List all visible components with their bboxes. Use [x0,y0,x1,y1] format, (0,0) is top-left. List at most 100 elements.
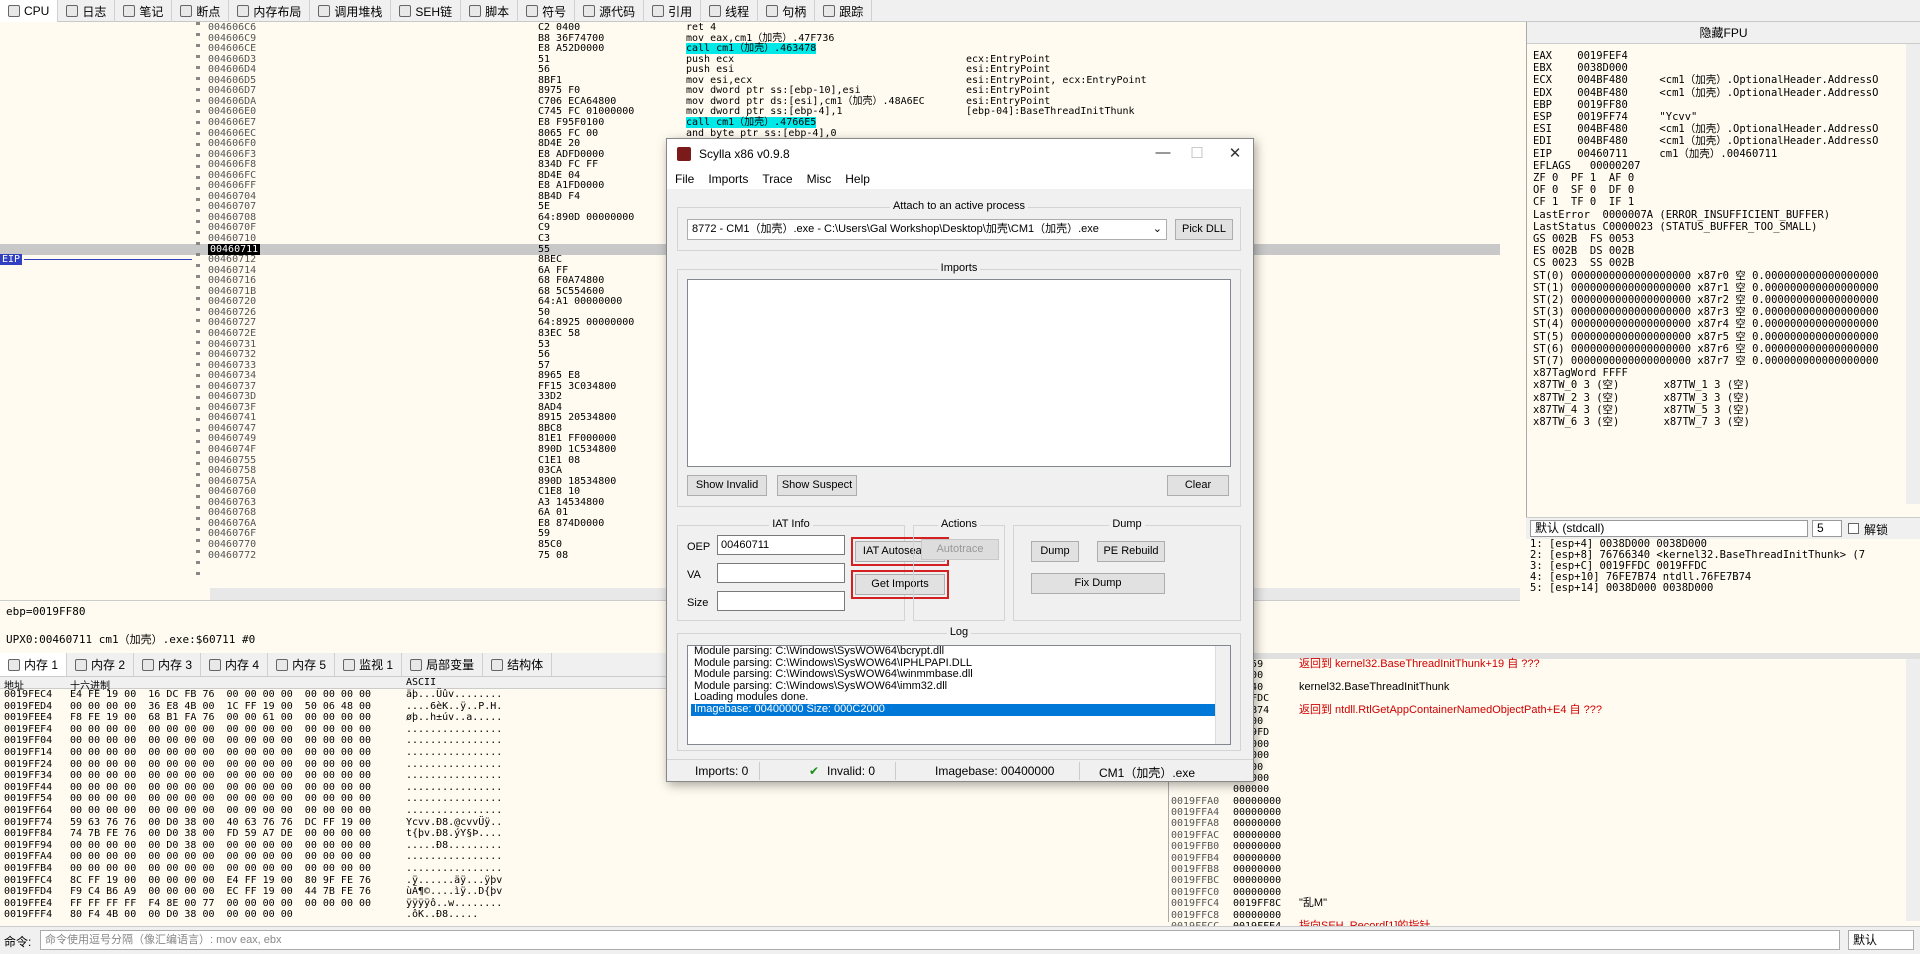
register-line[interactable]: LastError 0000007A (ERROR_INSUFFICIENT_B… [1533,209,1903,221]
memory-row[interactable]: 0019FF54 00 00 00 00 00 00 00 00 00 00 00… [0,793,1145,805]
registers-scrollbar[interactable] [1906,44,1920,504]
stack-row[interactable]: 0019FFB8 00000000 [1169,864,1920,875]
memory-row[interactable]: 0019FF44 00 00 00 00 00 00 00 00 00 00 00… [0,782,1145,794]
stack-row[interactable]: 0019FFA4 00000000 [1169,807,1920,818]
command-input[interactable]: 命令使用逗号分隔（像汇编语言）: mov eax, ebx [40,930,1840,950]
register-line[interactable]: ESI 004BF480 <cm1（加壳）.OptionalHeader.Add… [1533,123,1903,135]
register-line[interactable]: ST(3) 0000000000000000000 x87r3 空 0.0000… [1533,306,1903,318]
imports-tree[interactable] [687,279,1231,467]
memory-row[interactable]: 0019FF64 00 00 00 00 00 00 00 00 00 00 00… [0,805,1145,817]
register-line[interactable]: CS 0023 SS 002B [1533,257,1903,269]
stack-row[interactable]: 0019FFB4 00000000 [1169,853,1920,864]
register-line[interactable]: ECX 004BF480 <cm1（加壳）.OptionalHeader.Add… [1533,74,1903,86]
stack-row[interactable]: FE7B74返回到 ntdll.RtlGetAppContainerNamedO… [1169,704,1920,716]
memory-row[interactable]: 0019FF94 00 00 00 00 00 D0 38 00 00 00 00… [0,840,1145,852]
memory-tab-3[interactable]: 内存 4 [201,653,269,676]
memory-tab-0[interactable]: 内存 1 [0,653,68,676]
stack-row[interactable]: 8D000 [1169,762,1920,773]
arg-count-spinner[interactable]: 5 [1812,520,1842,537]
memory-tab-4[interactable]: 内存 5 [268,653,336,676]
register-line[interactable]: ST(6) 0000000000000000000 x87r6 空 0.0000… [1533,343,1903,355]
pe-rebuild-button[interactable]: PE Rebuild [1097,541,1165,562]
command-mode-select[interactable]: 默认 [1848,930,1914,950]
stack-scrollbar[interactable] [1906,659,1920,921]
stack-row[interactable]: 66340kernel32.BaseThreadInitThunk [1169,681,1920,693]
memory-row[interactable]: 0019FFB4 00 00 00 00 00 00 00 00 00 00 00… [0,863,1145,875]
unlock-checkbox[interactable] [1848,523,1859,534]
stack-row[interactable]: 000000 [1169,773,1920,784]
va-field[interactable] [717,563,845,583]
calling-convention-select[interactable]: 默认 (stdcall) [1530,520,1808,537]
register-line[interactable]: ST(1) 0000000000000000000 x87r1 空 0.0000… [1533,282,1903,294]
show-suspect-button[interactable]: Show Suspect [777,475,857,496]
register-line[interactable]: EIP 00460711 cm1（加壳）.00460711 [1533,148,1903,160]
tab-12[interactable]: 句柄 [758,0,816,22]
stack-row[interactable]: 000000 [1169,739,1920,750]
menu-help[interactable]: Help [837,169,876,189]
tab-0[interactable]: CPU [0,0,59,22]
menu-file[interactable]: File [667,169,700,189]
log-scrollbar[interactable] [1215,646,1230,744]
log-line[interactable]: Imagebase: 00400000 Size: 000C2000 [691,703,1230,716]
memory-row[interactable]: 0019FF84 74 7B FE 76 00 D0 38 00 FD 59 A7… [0,828,1145,840]
disasm-line[interactable]: 004606C9 B8 36F74700 mov eax,cm1（加壳）.47F73… [0,33,1500,44]
register-line[interactable]: ST(7) 0000000000000000000 x87r7 空 0.0000… [1533,355,1903,367]
memory-row[interactable]: 0019FF74 59 63 76 76 00 D0 38 00 40 63 76… [0,817,1145,829]
tab-10[interactable]: 引用 [644,0,702,22]
tab-3[interactable]: 断点 [172,0,230,22]
pick-dll-button[interactable]: Pick DLL [1175,219,1233,240]
register-line[interactable]: OF 0 SF 0 DF 0 [1533,184,1903,196]
tab-5[interactable]: 调用堆栈 [310,0,392,22]
register-line[interactable]: ST(5) 0000000000000000000 x87r5 空 0.0000… [1533,331,1903,343]
register-line[interactable]: x87TW_4 3 (空) x87TW_5 3 (空) [1533,404,1903,416]
tab-2[interactable]: 笔记 [115,0,173,22]
tab-7[interactable]: 脚本 [461,0,519,22]
tab-9[interactable]: 源代码 [575,0,645,22]
stack-row[interactable]: 0019FFBC 00000000 [1169,875,1920,886]
memory-tab-1[interactable]: 内存 2 [67,653,135,676]
log-list[interactable]: Module parsing: C:\Windows\SysWOW64\bcry… [687,645,1231,745]
stack-row[interactable]: 000000 [1169,784,1920,795]
oep-field[interactable]: 00460711 [717,535,845,555]
fix-dump-button[interactable]: Fix Dump [1031,573,1165,594]
minimize-icon[interactable]: — [1151,144,1175,161]
dump-button[interactable]: Dump [1031,541,1079,562]
register-line[interactable]: CF 1 TF 0 IF 1 [1533,196,1903,208]
process-select[interactable]: 8772 - CM1（加壳）.exe - C:\Users\Gal Worksh… [687,219,1167,240]
clear-button[interactable]: Clear [1167,475,1229,496]
memory-row[interactable]: 0019FFF4 80 F4 4B 00 00 D0 38 00 00 00 00… [0,909,1145,921]
register-line[interactable]: ES 002B DS 002B [1533,245,1903,257]
stack-row[interactable]: 8D000 [1169,670,1920,681]
register-line[interactable]: ST(0) 0000000000000000000 x87r0 空 0.0000… [1533,270,1903,282]
stack-row[interactable]: 0019FFA0 00000000 [1169,796,1920,807]
disasm-line[interactable]: 004606D4 56 push esi esi:EntryPoint [0,64,1500,75]
stack-row[interactable]: 0019FFB0 00000000 [1169,841,1920,852]
size-field[interactable] [717,591,845,611]
tab-13[interactable]: 跟踪 [815,0,873,22]
menu-imports[interactable]: Imports [700,169,754,189]
stack-view[interactable]: 66359返回到 kernel32.BaseThreadInitThunk+19… [1168,653,1920,932]
stack-row[interactable]: 0019FFC0 00000000 [1169,887,1920,898]
register-line[interactable]: x87TW_6 3 (空) x87TW_7 3 (空) [1533,416,1903,428]
hide-fpu-button[interactable]: 隐藏FPU [1527,22,1920,44]
register-line[interactable]: EDI 004BF480 <cm1（加壳）.OptionalHeader.Add… [1533,135,1903,147]
register-line[interactable]: ZF 0 PF 1 AF 0 [1533,172,1903,184]
log-line[interactable]: Module parsing: C:\Windows\SysWOW64\bcry… [691,646,1230,658]
disasm-line[interactable]: 004606E7 E8 F95F0100 call cm1（加壳）.4766E5 [0,116,1500,128]
register-line[interactable]: ST(2) 0000000000000000000 x87r2 空 0.0000… [1533,294,1903,306]
disasm-line[interactable]: 004606E0 C745 FC 01000000 mov dword ptr ss… [0,106,1500,117]
maximize-icon[interactable]: ☐ [1185,144,1209,162]
tab-4[interactable]: 内存布局 [229,0,311,22]
register-line[interactable]: ST(4) 0000000000000000000 x87r4 空 0.0000… [1533,318,1903,330]
memory-row[interactable]: 0019FFE4 FF FF FF FF F4 8E 00 77 00 00 00… [0,898,1145,910]
breakpoint-gutter[interactable] [196,22,200,582]
stack-row[interactable]: 000000 [1169,750,1920,761]
register-line[interactable]: EFLAGS 00000207 [1533,160,1903,172]
register-list[interactable]: EAX 0019FEF4 EBX 0038D000 ECX 004BF480 <cm… [1533,50,1903,428]
disasm-line[interactable]: 004606D7 8975 F0 mov dword ptr ss:[ebp-10]… [0,85,1500,96]
disasm-line[interactable]: 004606DA C706 ECA64800 mov dword ptr ds:[e… [0,96,1500,107]
tab-1[interactable]: 日志 [58,0,116,22]
register-line[interactable]: x87TW_0 3 (空) x87TW_1 3 (空) [1533,379,1903,391]
menu-trace[interactable]: Trace [754,169,798,189]
memory-row[interactable]: 0019FFD4 F9 C4 B6 A9 00 00 00 00 EC FF 19… [0,886,1145,898]
